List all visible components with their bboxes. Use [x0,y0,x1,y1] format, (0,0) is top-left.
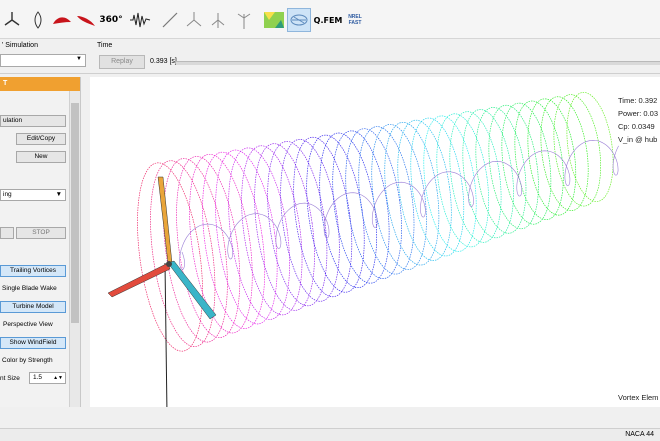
color-by-strength-toggle[interactable]: Color by Strength [2,357,53,364]
tower [164,262,168,416]
trailing-vortices-toggle[interactable]: Trailing Vortices [0,265,66,277]
blade-upper [157,176,173,264]
status-bar: NACA 44 [0,428,660,441]
wake-ring [293,136,353,298]
panel-header: T [0,77,80,91]
cp-readout: Cp: 0.0349 [618,122,655,131]
airfoil-red-icon[interactable] [50,8,74,32]
mode-select-value: ing [3,191,12,198]
tripod2-icon[interactable] [206,8,230,32]
simulation-button[interactable]: ulation [0,115,66,127]
element-size-spinbox[interactable]: 1.5 ▲▼ [29,372,66,384]
wake-ring [514,100,564,221]
show-windfield-toggle[interactable]: Show WindField [0,337,66,349]
wake-ring [254,143,315,311]
wake-ring [553,94,601,207]
turbine-model-toggle[interactable]: Turbine Model [0,301,66,313]
wake-ring [449,111,502,243]
vortex-wake-plot [107,92,619,419]
signal-icon[interactable] [128,8,152,32]
time-value: 0.393 [s] [150,58,177,65]
mode-select[interactable]: ing ▼ [0,189,66,201]
edit-copy-button[interactable]: Edit/Copy [16,133,66,145]
element-size-label: nt Size [0,375,20,382]
tip-vortex-helix [179,139,619,270]
panel-scrollbar[interactable] [69,91,80,407]
replay-button[interactable]: Replay [99,55,145,69]
blade-left [107,262,171,298]
qfem-button[interactable]: Q.FEM [314,8,343,32]
wake-ring [189,153,253,334]
airfoil-red2-icon[interactable] [74,8,98,32]
wake-3d-view[interactable] [90,77,660,419]
perspective-view-toggle[interactable]: Perspective View [3,321,53,328]
chevron-down-icon: ▼ [55,191,62,198]
tripod-icon[interactable] [182,8,206,32]
blade-right [167,260,217,320]
new-button[interactable]: New [16,151,66,163]
turbine-icon[interactable] [0,8,24,32]
simulation-select[interactable]: ▼ [0,54,86,67]
time-readout: Time: 0.392 [618,96,658,105]
wake-ring [241,145,303,316]
time-slider[interactable] [176,61,660,65]
wake-view-icon[interactable] [287,8,311,32]
left-control-panel: T ulation Edit/Copy New ing ▼ STOP Traili… [0,77,81,407]
wake-ring [475,107,527,234]
element-size-value: 1.5 [33,374,43,381]
wake-ring [280,139,340,302]
wake-ring [215,149,278,325]
tower-icon[interactable] [232,8,256,32]
vortex-elements-readout: Vortex Elem [618,393,659,402]
power-readout: Power: 0.03 [618,109,659,118]
nrel-fast-button[interactable]: NREL FAST [342,8,368,32]
airfoil-name: NACA 44 [625,431,654,438]
wake-ring [566,92,614,202]
rotor-hub [166,261,172,267]
single-blade-wake-toggle[interactable]: Single Blade Wake [2,285,57,292]
vin-readout: V_in @ hub [618,135,658,144]
start-button[interactable] [0,227,14,239]
wake-ring [436,113,490,248]
wake-ring [501,102,552,225]
panel-title: T [3,80,8,87]
chevron-down-icon: ▼ [76,56,82,62]
scroll-thumb[interactable] [71,103,79,323]
360-button[interactable]: 360° [98,8,124,32]
main-toolbar: 360° Q.FEM NREL FAST [0,0,660,39]
contour-icon[interactable] [262,8,286,32]
wake-ring [462,109,514,239]
blade-icon[interactable] [26,8,50,32]
spin-arrows-icon[interactable]: ▲▼ [53,373,63,383]
time-label: Time [97,42,113,49]
wake-ring [540,96,589,211]
line-icon[interactable] [158,8,182,32]
wake-ring [488,104,539,230]
stop-button[interactable]: STOP [16,227,66,239]
simulation-label: ' Simulation [2,42,38,49]
